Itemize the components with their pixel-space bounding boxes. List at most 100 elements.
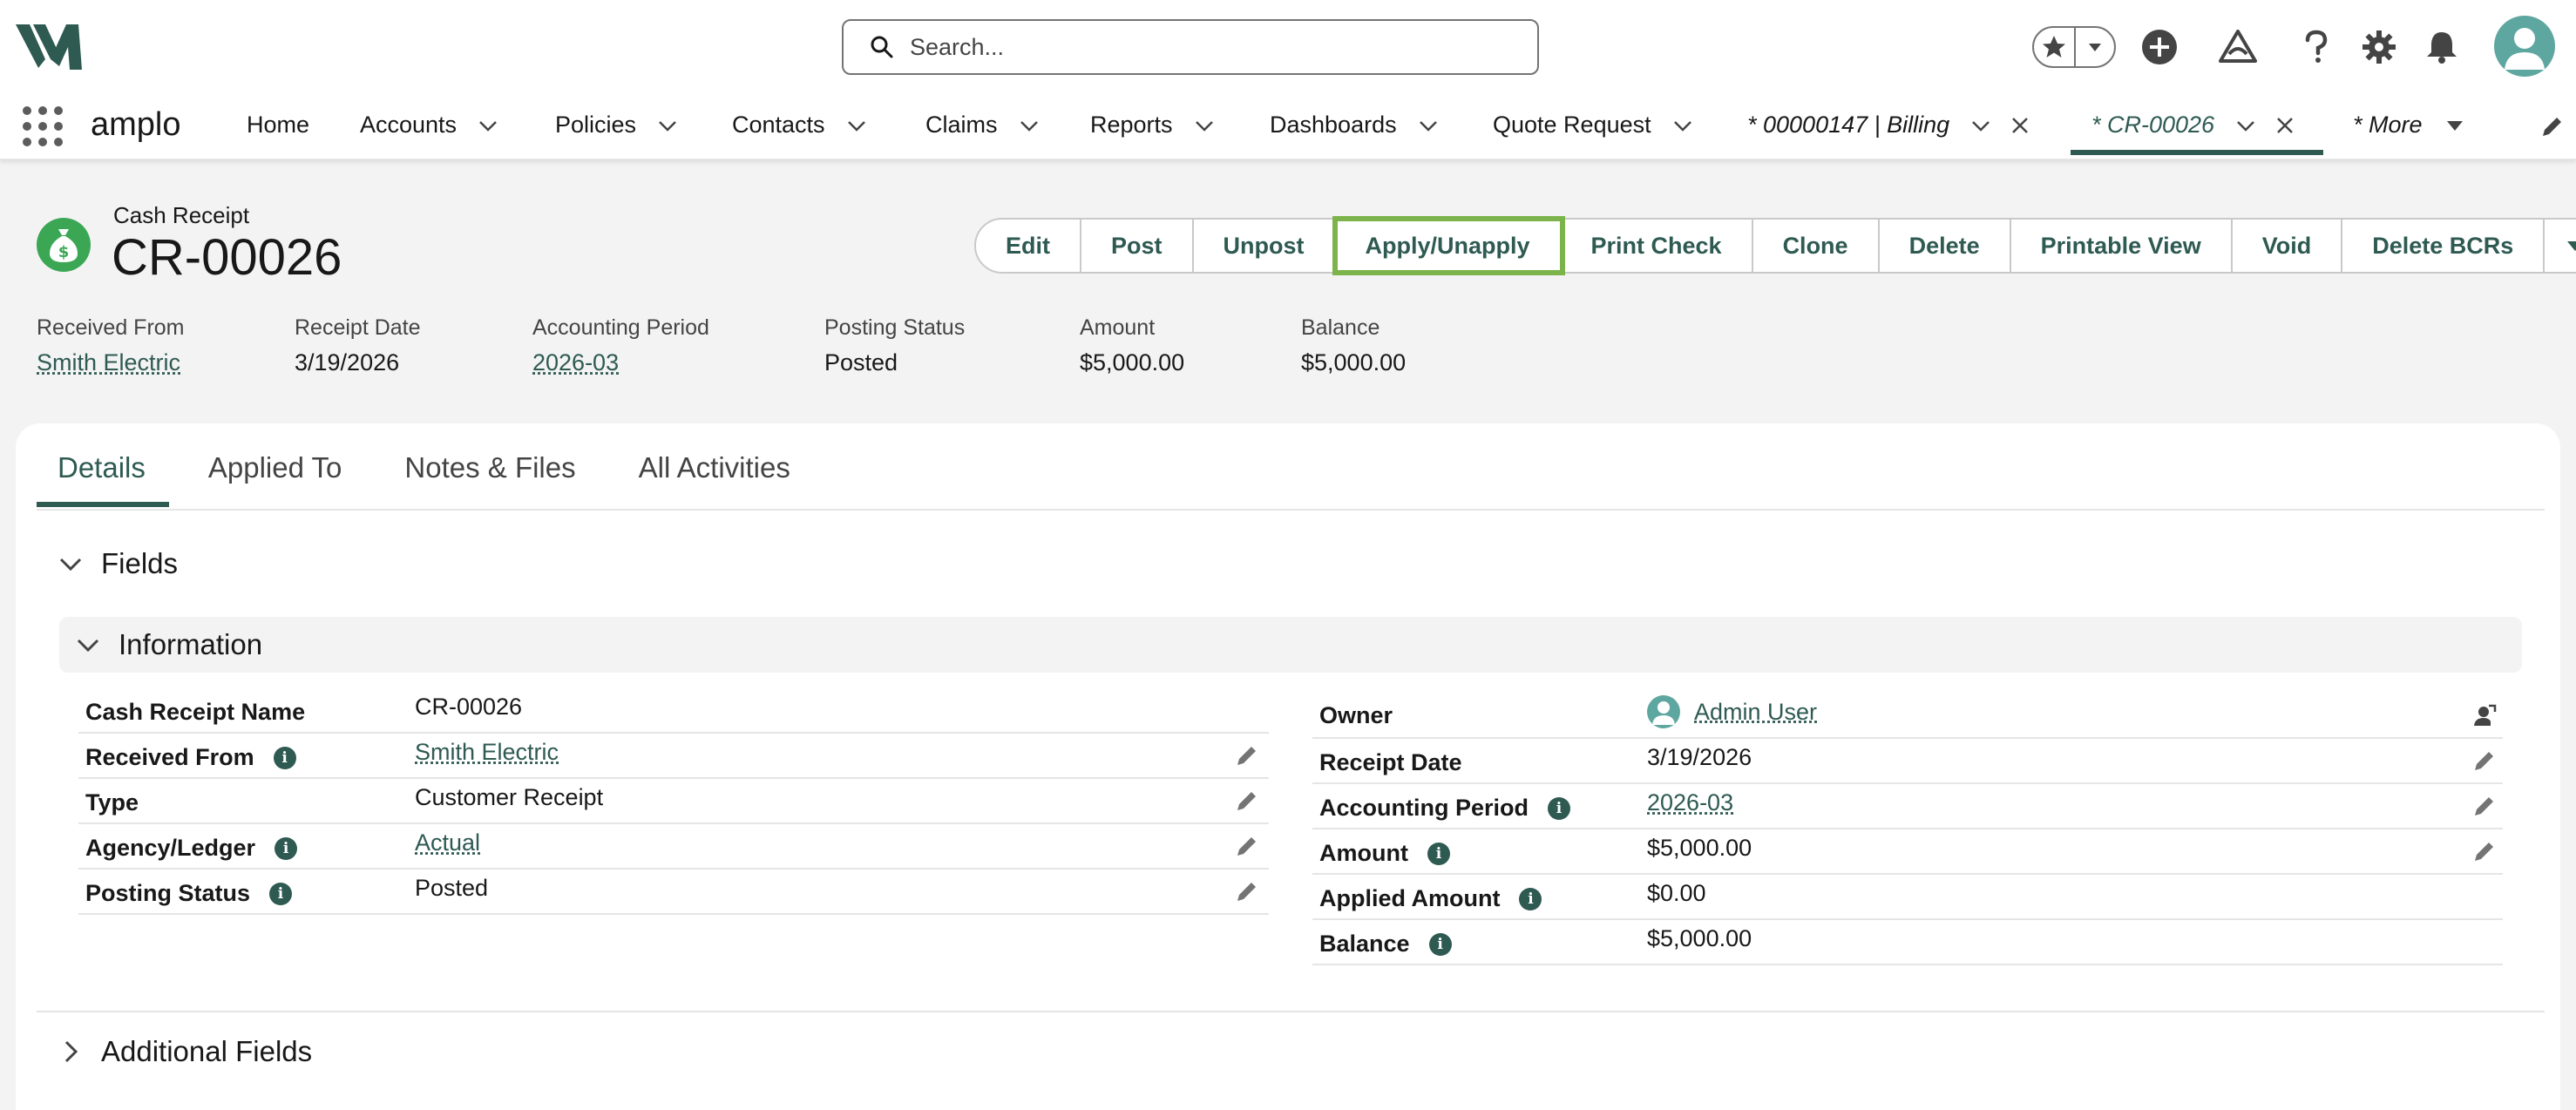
fields-section-toggle[interactable]: Fields	[58, 547, 178, 580]
amplo-logo-icon[interactable]	[16, 21, 82, 70]
info-icon[interactable]: i	[269, 882, 293, 905]
printable-view-button[interactable]: Printable View	[2011, 220, 2233, 272]
information-section-toggle[interactable]: Information	[59, 617, 2522, 673]
nav-item-dashboards[interactable]: Dashboards	[1270, 112, 1439, 139]
nav-item-policies[interactable]: Policies	[555, 112, 678, 139]
app-launcher-icon[interactable]	[23, 106, 63, 146]
print-check-button[interactable]: Print Check	[1562, 220, 1753, 272]
active-tab-underline	[37, 502, 169, 507]
user-avatar[interactable]	[2494, 16, 2555, 77]
info-icon[interactable]: i	[275, 836, 298, 860]
workspace-tab-billing[interactable]: * 00000147 | Billing	[1747, 112, 2030, 139]
received-from-field-link[interactable]: Smith Electric	[415, 739, 559, 766]
pencil-icon[interactable]	[2471, 838, 2498, 864]
field-row-receipt-date: Receipt Date 3/19/2026	[1312, 739, 2503, 784]
highlight-balance: Balance $5,000.00	[1301, 315, 1407, 376]
chevron-down-icon	[59, 558, 82, 572]
record-type-label: Cash Receipt	[113, 202, 250, 228]
favorites-control[interactable]	[2032, 26, 2116, 68]
tab-applied-to[interactable]: Applied To	[208, 451, 342, 509]
gear-icon	[2362, 30, 2396, 64]
void-button[interactable]: Void	[2233, 220, 2343, 272]
pencil-icon[interactable]	[1234, 788, 1260, 814]
highlight-received-from: Received From Smith Electric	[37, 315, 185, 376]
field-row-owner: Owner Admin User	[1312, 692, 2503, 739]
money-bag-icon: $	[37, 218, 91, 272]
tab-details[interactable]: Details	[58, 451, 146, 509]
field-row-posting-status: Posting Status i Posted	[78, 870, 1269, 915]
global-search[interactable]	[842, 19, 1539, 75]
close-icon[interactable]	[2275, 116, 2295, 135]
unpost-button[interactable]: Unpost	[1194, 220, 1336, 272]
pencil-icon[interactable]	[1234, 742, 1260, 768]
edit-button[interactable]: Edit	[976, 220, 1081, 272]
owner-link[interactable]: Admin User	[1694, 699, 1817, 726]
more-actions-button[interactable]	[2545, 220, 2576, 272]
chevron-down-icon[interactable]	[1970, 115, 1991, 136]
info-icon[interactable]: i	[273, 746, 296, 769]
caret-down-icon	[2446, 120, 2463, 131]
field-row-received-from: Received From i Smith Electric	[78, 734, 1269, 779]
accounting-period-link[interactable]: 2026-03	[532, 349, 709, 376]
chevron-down-icon[interactable]	[657, 115, 678, 136]
pencil-icon[interactable]	[2471, 748, 2498, 774]
nav-item-quote-request[interactable]: Quote Request	[1493, 112, 1693, 139]
additional-fields-section-toggle[interactable]: Additional Fields	[58, 1035, 312, 1068]
highlight-posting-status: Posting Status Posted	[824, 315, 966, 376]
bell-icon	[2427, 32, 2457, 64]
chevron-down-icon[interactable]	[1019, 115, 1040, 136]
post-button[interactable]: Post	[1081, 220, 1194, 272]
global-actions-button[interactable]	[2139, 26, 2180, 68]
chevron-down-icon[interactable]	[2235, 115, 2256, 136]
pencil-icon[interactable]	[2471, 793, 2498, 819]
help-button[interactable]	[2295, 26, 2337, 68]
delete-button[interactable]: Delete	[1880, 220, 2011, 272]
workspace-tab-cr-00026[interactable]: * CR-00026	[2091, 112, 2295, 139]
pencil-icon[interactable]	[1234, 833, 1260, 859]
received-from-link[interactable]: Smith Electric	[37, 349, 185, 376]
info-icon[interactable]: i	[1428, 932, 1452, 956]
change-owner-icon[interactable]	[2471, 702, 2498, 728]
favorites-menu-button[interactable]	[2076, 28, 2114, 66]
nav-item-home[interactable]: Home	[247, 112, 309, 139]
info-icon[interactable]: i	[1519, 887, 1542, 910]
edit-nav-pencil-icon[interactable]	[2539, 113, 2566, 139]
pencil-icon[interactable]	[1234, 878, 1260, 904]
star-icon	[2043, 36, 2065, 58]
chevron-down-icon[interactable]	[1672, 115, 1693, 136]
agency-ledger-link[interactable]: Actual	[415, 829, 480, 856]
favorite-star-button[interactable]	[2034, 28, 2076, 66]
setup-button[interactable]	[2358, 26, 2400, 68]
nav-more-menu[interactable]: * More	[2353, 112, 2464, 139]
notifications-button[interactable]	[2421, 26, 2463, 68]
chevron-down-icon[interactable]	[1418, 115, 1439, 136]
search-icon	[871, 36, 893, 58]
clone-button[interactable]: Clone	[1753, 220, 1880, 272]
question-mark-icon	[2305, 30, 2328, 63]
caret-down-icon	[2567, 241, 2576, 251]
chevron-down-icon[interactable]	[478, 115, 498, 136]
field-row-balance: Balance i $5,000.00	[1312, 920, 2503, 965]
info-icon[interactable]: i	[1427, 842, 1450, 865]
active-tab-indicator	[2071, 150, 2323, 155]
search-input[interactable]	[910, 33, 1502, 61]
plus-circle-icon	[2142, 30, 2177, 64]
nav-item-claims[interactable]: Claims	[925, 112, 1040, 139]
accounting-period-field-link[interactable]: 2026-03	[1647, 789, 1733, 816]
trailhead-button[interactable]	[2217, 26, 2259, 68]
nav-item-accounts[interactable]: Accounts	[360, 112, 498, 139]
tab-all-activities[interactable]: All Activities	[639, 451, 790, 509]
nav-item-reports[interactable]: Reports	[1090, 112, 1215, 139]
apply-unapply-button[interactable]: Apply/Unapply	[1332, 216, 1565, 275]
info-icon[interactable]: i	[1548, 796, 1571, 820]
app-name: amplo	[91, 106, 181, 143]
chevron-down-icon	[77, 639, 99, 653]
chevron-down-icon[interactable]	[846, 115, 867, 136]
tab-notes-files[interactable]: Notes & Files	[404, 451, 575, 509]
close-icon[interactable]	[2010, 116, 2030, 135]
nav-item-contacts[interactable]: Contacts	[732, 112, 867, 139]
delete-bcrs-button[interactable]: Delete BCRs	[2342, 220, 2545, 272]
field-row-type: Type Customer Receipt	[78, 779, 1269, 824]
chevron-down-icon[interactable]	[1194, 115, 1215, 136]
field-row-amount: Amount i $5,000.00	[1312, 829, 2503, 875]
